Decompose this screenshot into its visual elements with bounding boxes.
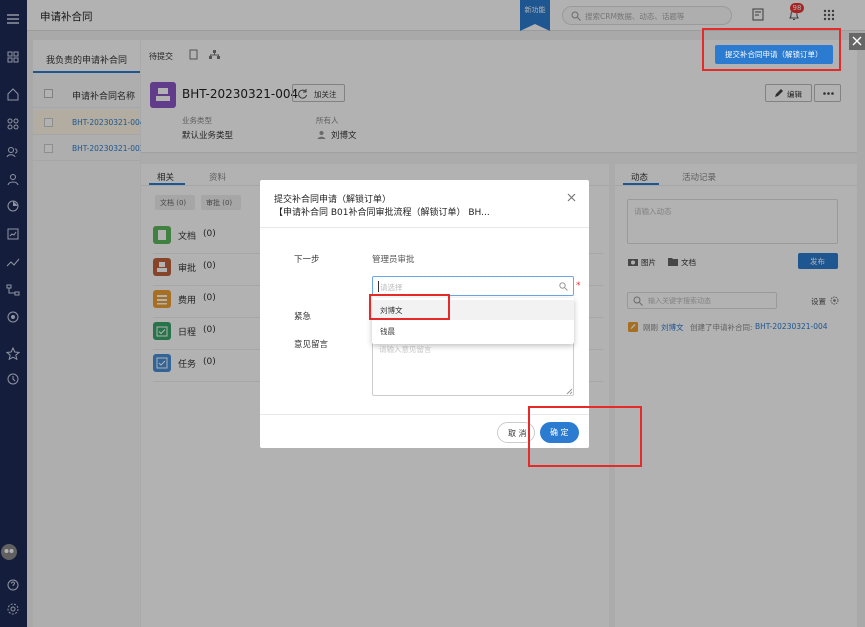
highlight-box-confirm [528, 406, 642, 467]
approver-select-placeholder: 请选择 [380, 283, 403, 292]
resize-handle-icon[interactable] [566, 388, 573, 395]
close-icon [852, 36, 862, 46]
highlight-box-option [369, 294, 450, 320]
next-step-label: 下一步 [294, 255, 320, 265]
approver-select[interactable]: 请选择 [372, 276, 574, 296]
required-mark: * [576, 281, 581, 291]
comment-textarea[interactable]: 请输入意见留言 [372, 338, 574, 396]
dialog-subtitle: 【申请补合同 B01补合同审批流程（解锁订单） BH... [274, 208, 490, 218]
cancel-label: 取 消 [508, 429, 527, 438]
dialog-close-icon[interactable] [567, 193, 576, 202]
dropdown-option[interactable]: 钱晨 [372, 321, 574, 341]
comment-placeholder: 请输入意见留言 [379, 345, 432, 354]
divider [260, 227, 589, 228]
option-label: 钱晨 [380, 327, 395, 336]
drawer-close-button[interactable] [849, 33, 865, 50]
search-icon [559, 282, 568, 291]
urgent-label: 紧急 [294, 312, 312, 322]
comment-label: 意见留言 [294, 340, 329, 350]
dialog-title: 提交补合同申请（解锁订单） [274, 195, 392, 205]
next-step-value: 管理员审批 [372, 255, 415, 265]
highlight-box-submit [702, 28, 841, 71]
text-cursor [378, 281, 379, 292]
